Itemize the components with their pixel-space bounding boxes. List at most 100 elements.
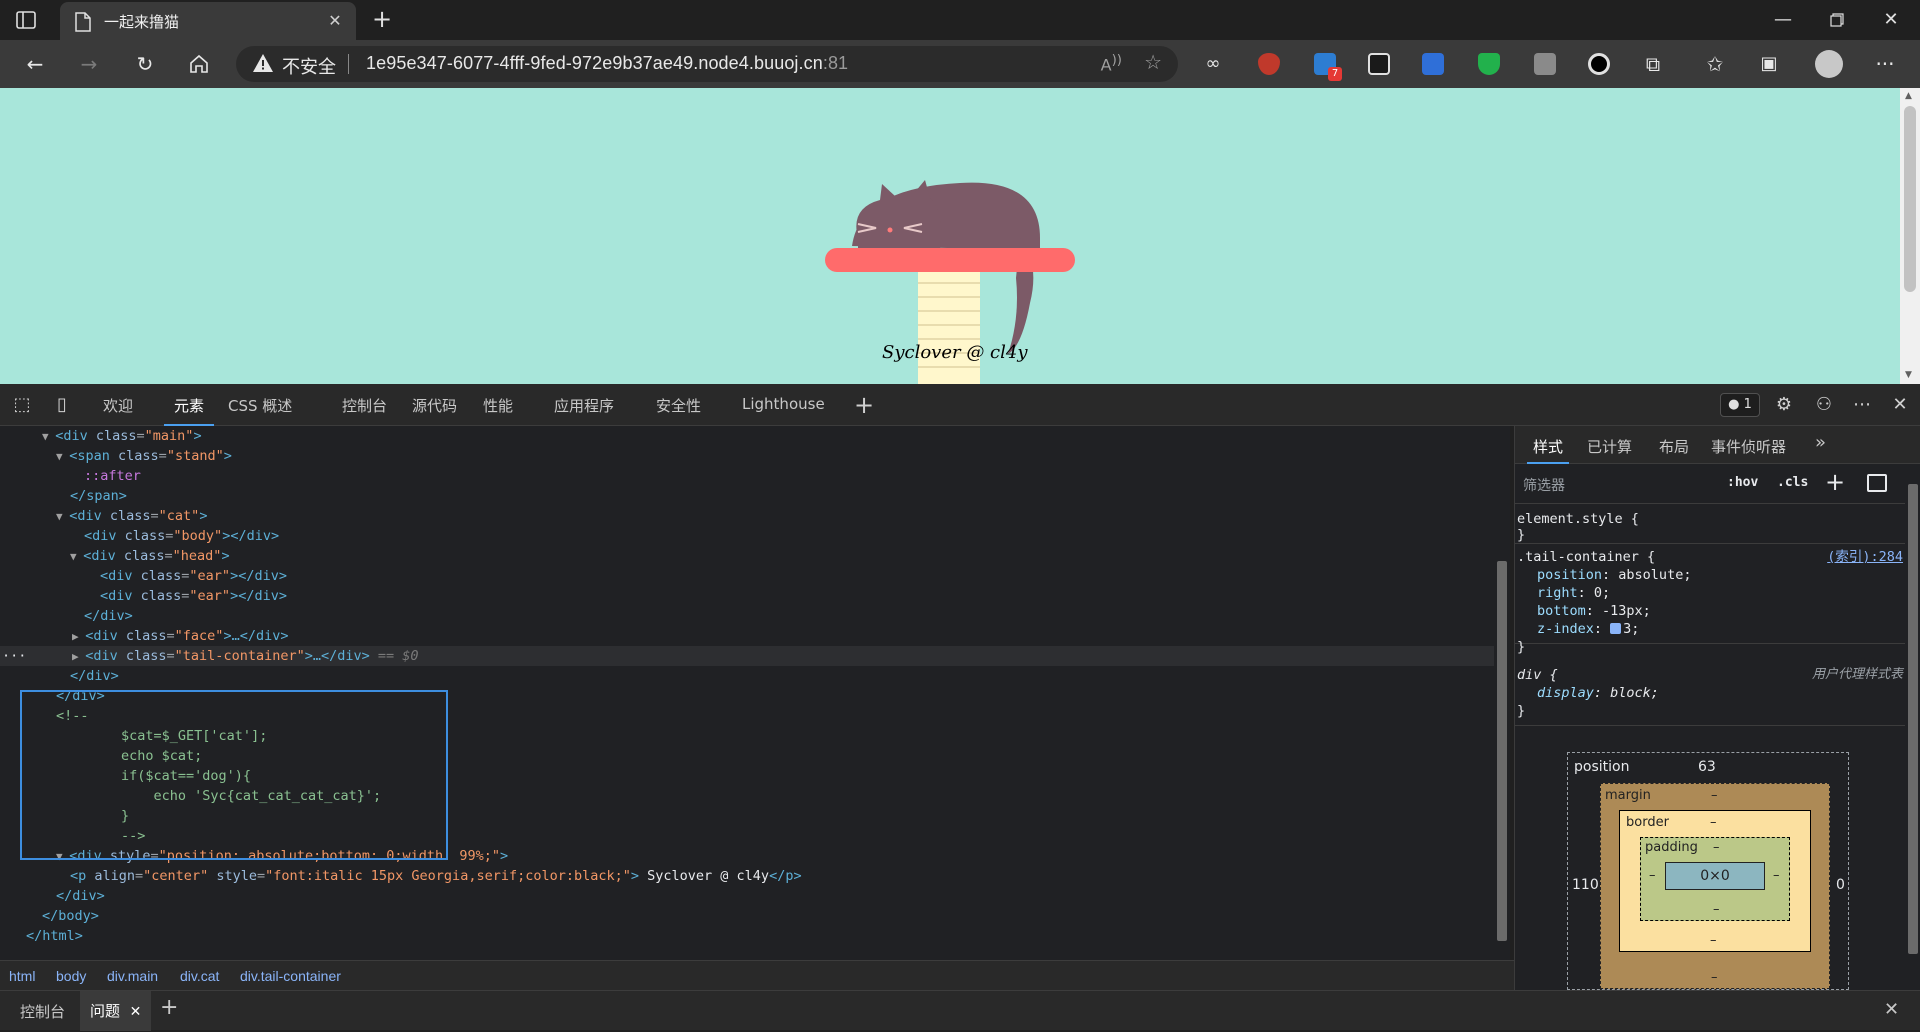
border-bottom-value[interactable]: – bbox=[1710, 933, 1717, 948]
favorites-icon[interactable]: ✩ bbox=[1698, 48, 1732, 80]
tab-welcome[interactable]: 欢迎 bbox=[103, 395, 133, 426]
dom-node-body-close[interactable]: </body> bbox=[42, 906, 99, 926]
tail-container-rule[interactable]: .tail-container { (索引):284 position: abs… bbox=[1515, 544, 1907, 655]
reader-extension-icon[interactable] bbox=[1534, 53, 1556, 75]
tab-css-overview[interactable]: CSS 概述 bbox=[228, 395, 292, 426]
minimize-button[interactable]: — bbox=[1756, 6, 1810, 34]
expand-triangle-icon[interactable]: ▼ bbox=[56, 510, 69, 523]
device-emulation-icon[interactable]: ▯ bbox=[50, 393, 74, 417]
dom-node-span-close[interactable]: </span> bbox=[70, 486, 127, 506]
home-icon[interactable] bbox=[182, 48, 216, 80]
collapsed-triangle-icon[interactable]: ▶ bbox=[72, 630, 85, 643]
box-model-padding[interactable]: padding – – – – 0×0 bbox=[1640, 837, 1790, 921]
breadcrumb-item[interactable]: html bbox=[9, 968, 35, 984]
tab-console[interactable]: 控制台 bbox=[342, 395, 387, 426]
tab-application[interactable]: 应用程序 bbox=[554, 395, 614, 426]
styles-scrollbar[interactable] bbox=[1905, 464, 1920, 990]
border-top-value[interactable]: – bbox=[1710, 815, 1717, 830]
scroll-up-arrow[interactable]: ▲ bbox=[1905, 91, 1912, 101]
breadcrumb-item[interactable]: body bbox=[56, 968, 86, 984]
tab-security[interactable]: 安全性 bbox=[656, 395, 701, 426]
tab-layout[interactable]: 布局 bbox=[1659, 436, 1689, 464]
box-model-border[interactable]: border – – padding – – – – 0×0 bbox=[1619, 810, 1811, 952]
style-property[interactable]: display: block; bbox=[1537, 684, 1659, 702]
back-icon[interactable]: ← bbox=[18, 48, 52, 80]
tab-styles[interactable]: 样式 bbox=[1527, 436, 1570, 464]
tab-close-icon[interactable]: ✕ bbox=[324, 10, 346, 32]
url-text[interactable]: 1e95e347-6077-4fff-9fed-972e9b37ae49.nod… bbox=[366, 53, 848, 74]
extensions-icon[interactable]: ⧉ bbox=[1636, 48, 1670, 80]
dom-node-footer-close[interactable]: </div> bbox=[56, 886, 105, 906]
collapsed-triangle-icon[interactable]: ▶ bbox=[72, 650, 85, 663]
dom-node-tail-container[interactable]: ▶ <div class="tail-container">…</div> ==… bbox=[72, 646, 419, 666]
expand-triangle-icon[interactable]: ▼ bbox=[42, 430, 55, 443]
security-label[interactable]: 不安全 bbox=[282, 53, 336, 79]
page-scrollbar-thumb[interactable] bbox=[1904, 106, 1916, 292]
padding-top-value[interactable]: – bbox=[1713, 840, 1720, 855]
padding-bottom-value[interactable]: – bbox=[1713, 902, 1720, 917]
div-ua-rule[interactable]: div { 用户代理样式表 display: block; } bbox=[1515, 664, 1907, 726]
margin-top-value[interactable]: – bbox=[1711, 788, 1718, 803]
elements-scrollbar[interactable] bbox=[1494, 426, 1510, 960]
translate-extension-icon[interactable] bbox=[1422, 53, 1444, 75]
dom-node-stand[interactable]: ▼ <span class="stand"> bbox=[56, 446, 232, 466]
layer-icon[interactable] bbox=[1610, 623, 1622, 634]
dom-node-ear[interactable]: <div class="ear"></div> bbox=[100, 586, 287, 606]
glasses-extension-icon[interactable] bbox=[1368, 53, 1390, 75]
tab-performance[interactable]: 性能 bbox=[483, 395, 513, 426]
position-top-value[interactable]: 63 bbox=[1698, 759, 1716, 775]
style-property[interactable]: bottom: -13px; bbox=[1537, 602, 1651, 620]
inspect-element-icon[interactable]: ⬚ bbox=[10, 393, 34, 417]
devtools-more-icon[interactable]: ⋯ bbox=[1850, 393, 1874, 417]
dom-node-main[interactable]: ▼ <div class="main"> bbox=[42, 426, 202, 446]
collections-icon[interactable]: ▣ bbox=[1752, 48, 1786, 80]
padding-left-value[interactable]: – bbox=[1649, 868, 1656, 883]
close-window-button[interactable]: ✕ bbox=[1864, 6, 1918, 34]
tab-sources[interactable]: 源代码 bbox=[412, 395, 457, 426]
scroll-down-arrow[interactable]: ▼ bbox=[1905, 370, 1912, 380]
dom-node-head[interactable]: ▼ <div class="head"> bbox=[70, 546, 230, 566]
padding-right-value[interactable]: – bbox=[1773, 868, 1780, 883]
rule-source-link[interactable]: (索引):284 bbox=[1827, 548, 1903, 566]
drawer-tab-console[interactable]: 控制台 bbox=[20, 1001, 65, 1031]
breadcrumb-item[interactable]: div.tail-container bbox=[240, 968, 341, 984]
add-tool-icon[interactable]: + bbox=[852, 393, 876, 417]
issues-badge[interactable]: ● 1 bbox=[1720, 393, 1760, 417]
shield-extension-icon[interactable] bbox=[1478, 53, 1500, 75]
styles-scrollbar-thumb[interactable] bbox=[1908, 484, 1918, 954]
profile-avatar[interactable] bbox=[1815, 50, 1843, 78]
drawer-add-tab-icon[interactable]: + bbox=[160, 995, 178, 1025]
circle-extension-icon[interactable] bbox=[1588, 53, 1610, 75]
tab-elements[interactable]: 元素 bbox=[164, 395, 215, 426]
dom-node-p[interactable]: <p align="center" style="font:italic 15p… bbox=[70, 866, 802, 886]
position-left-value[interactable]: 110 bbox=[1572, 877, 1599, 893]
read-aloud-icon[interactable]: A)) bbox=[1101, 53, 1122, 74]
more-tabs-icon[interactable]: » bbox=[1815, 432, 1826, 460]
dom-node-html-close[interactable]: </html> bbox=[26, 926, 83, 946]
restore-button[interactable] bbox=[1810, 6, 1864, 34]
expand-triangle-icon[interactable]: ▼ bbox=[56, 450, 69, 463]
position-right-value[interactable]: 0 bbox=[1836, 877, 1845, 893]
drawer-tab-issues[interactable]: 问题 ✕ bbox=[80, 991, 152, 1031]
dom-node-after[interactable]: ::after bbox=[84, 466, 141, 486]
style-property[interactable]: right: 0; bbox=[1537, 584, 1610, 602]
warning-icon[interactable] bbox=[252, 53, 274, 77]
new-rule-icon[interactable]: + bbox=[1825, 468, 1845, 496]
tab-computed[interactable]: 已计算 bbox=[1587, 436, 1632, 464]
devtools-close-icon[interactable]: ✕ bbox=[1888, 393, 1912, 417]
dom-node-face[interactable]: ▶ <div class="face">…</div> bbox=[72, 626, 288, 646]
tab-lighthouse[interactable]: Lighthouse bbox=[742, 395, 825, 426]
new-tab-button[interactable]: + bbox=[368, 6, 396, 34]
dom-node-cat[interactable]: ▼ <div class="cat"> bbox=[56, 506, 207, 526]
dom-node-head-close[interactable]: </div> bbox=[84, 606, 133, 626]
tab-event-listeners[interactable]: 事件侦听器 bbox=[1711, 436, 1786, 464]
add-favorite-icon[interactable]: ☆ bbox=[1144, 50, 1162, 74]
infinity-extension-icon[interactable]: ∞ bbox=[1196, 48, 1230, 80]
box-model-margin[interactable]: margin – – border – – padding – – – – 0×… bbox=[1600, 783, 1830, 989]
class-toggle[interactable]: .cls bbox=[1777, 475, 1808, 490]
expand-triangle-icon[interactable]: ▼ bbox=[70, 550, 83, 563]
node-actions-icon[interactable]: ··· bbox=[2, 646, 26, 666]
browser-tab[interactable]: 一起来撸猫 ✕ bbox=[60, 2, 356, 40]
toggle-sidebar-icon[interactable] bbox=[1867, 474, 1887, 492]
dom-node-ear[interactable]: <div class="ear"></div> bbox=[100, 566, 287, 586]
